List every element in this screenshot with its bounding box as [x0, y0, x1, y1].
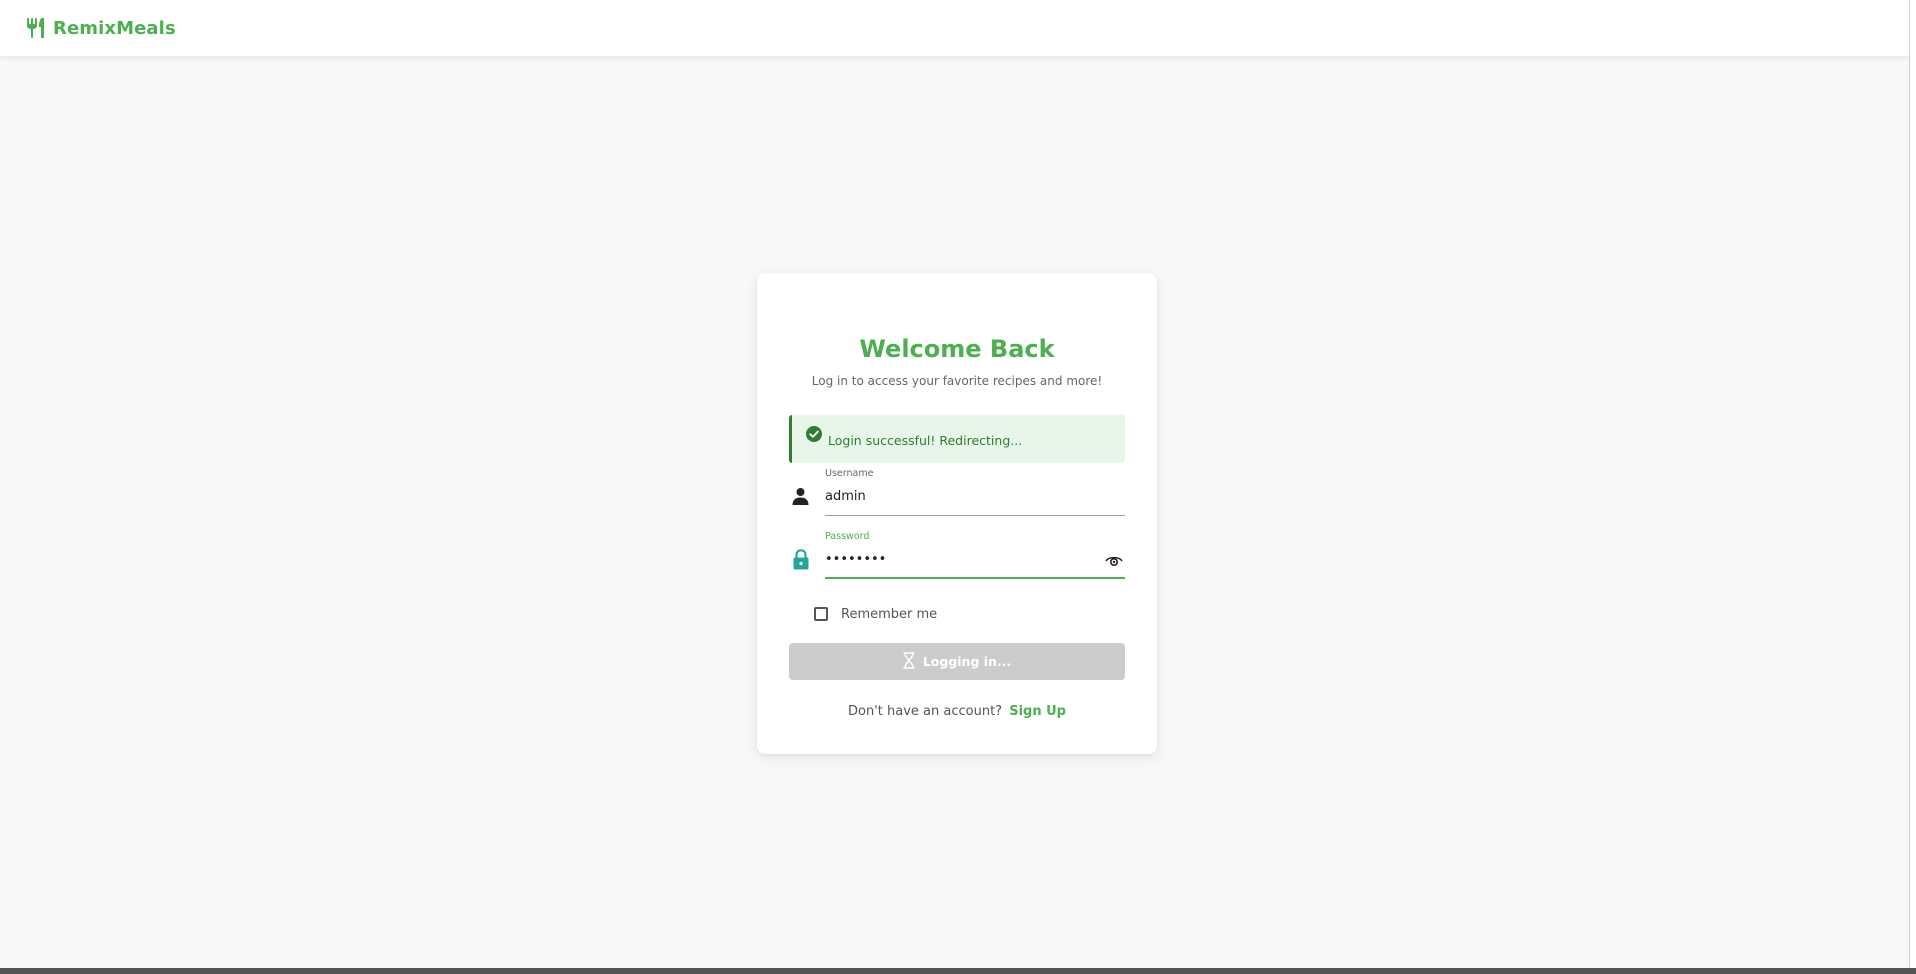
- username-input[interactable]: [825, 487, 1121, 505]
- page-title: Welcome Back: [859, 335, 1055, 363]
- hourglass-icon: [903, 651, 923, 672]
- login-button-label: Logging in...: [922, 654, 1012, 669]
- signup-row: Don't have an account? Sign Up: [757, 704, 1157, 719]
- password-underline: [825, 577, 1125, 579]
- fork-knife-icon: [26, 17, 46, 39]
- signup-prompt: Don't have an account?: [848, 704, 1003, 719]
- username-underline: [825, 515, 1125, 516]
- success-alert: Login successful! Redirecting...: [789, 415, 1125, 463]
- window-scrollbar-gutter: [1909, 0, 1916, 968]
- remember-me-label[interactable]: Remember me: [841, 607, 937, 622]
- alert-message: Login successful! Redirecting...: [828, 433, 1023, 448]
- remember-me-checkbox[interactable]: [814, 607, 828, 621]
- brand-name: RemixMeals: [53, 17, 176, 39]
- username-label: Username: [825, 468, 874, 479]
- lock-icon: [793, 549, 809, 574]
- app-window: RemixMeals Welcome Back Log in to access…: [0, 0, 1916, 968]
- signup-link[interactable]: Sign Up: [1009, 704, 1066, 719]
- window-bottom-edge: [0, 968, 1916, 974]
- page-subtitle: Log in to access your favorite recipes a…: [811, 374, 1103, 388]
- eye-icon[interactable]: [1105, 552, 1123, 571]
- password-label: Password: [825, 531, 870, 542]
- login-button[interactable]: Logging in...: [789, 643, 1125, 680]
- top-navbar: RemixMeals: [0, 0, 1909, 57]
- login-card: Welcome Back Log in to access your favor…: [757, 273, 1157, 754]
- check-circle-icon: [806, 426, 822, 446]
- password-input[interactable]: [825, 550, 1095, 568]
- brand-logo[interactable]: RemixMeals: [26, 17, 176, 39]
- person-icon: [792, 487, 809, 509]
